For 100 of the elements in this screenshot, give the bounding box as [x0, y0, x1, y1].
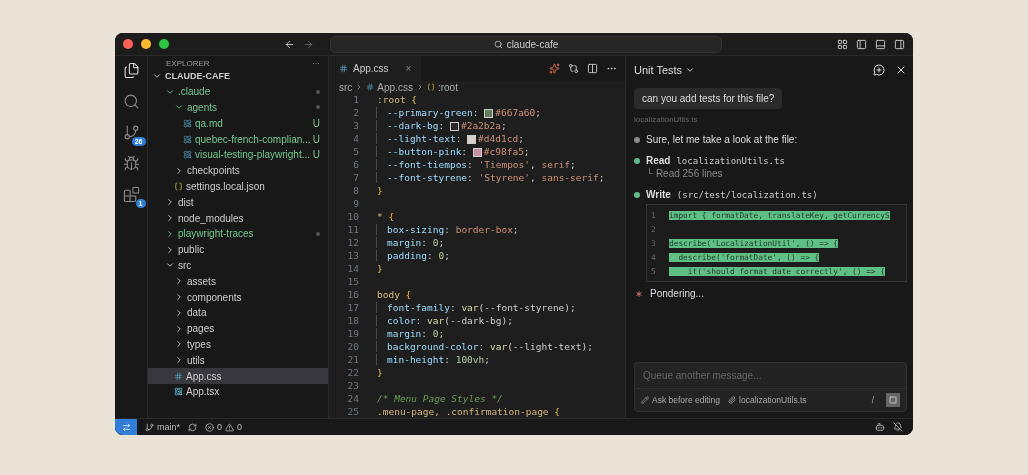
tool-argument: localizationUtils.ts: [676, 155, 785, 166]
split-editor-icon[interactable]: [587, 63, 598, 74]
folder-item[interactable]: .claude: [148, 83, 328, 100]
line-number: 21: [346, 354, 359, 365]
project-root-item[interactable]: CLAUDE-CAFE: [148, 68, 328, 84]
tool-argument: (src/test/localization.ts): [676, 189, 818, 200]
message-input-field[interactable]: Queue another message...: [643, 370, 898, 381]
panel-left-icon[interactable]: [856, 38, 867, 50]
code-line: margin: 0;: [376, 328, 445, 339]
line-number: 10: [346, 211, 359, 222]
command-search-field[interactable]: claude-cafe: [330, 35, 722, 53]
file-item[interactable]: App.css: [148, 368, 328, 384]
new-chat-icon[interactable]: [873, 64, 885, 76]
code-line: --font-tiempos: 'Tiempos', serif;: [376, 159, 576, 170]
search-icon[interactable]: [122, 93, 140, 110]
forward-arrow-icon[interactable]: [303, 38, 314, 50]
folder-item[interactable]: assets: [148, 273, 328, 290]
file-type-icon: [174, 371, 183, 381]
remote-button[interactable]: [115, 419, 137, 435]
chevron-down-icon[interactable]: [685, 65, 696, 75]
minimize-button[interactable]: [141, 39, 151, 49]
line-number: 25: [346, 406, 359, 417]
chevron-right-icon: [174, 292, 184, 303]
folder-item[interactable]: dist: [148, 194, 328, 211]
line-number: 20: [346, 341, 359, 352]
chevron-right-icon: [165, 213, 175, 224]
file-item[interactable]: qa.md U: [148, 115, 328, 132]
css-file-icon: [339, 64, 348, 73]
error-icon: [205, 422, 214, 432]
chevron-right-icon: [165, 197, 175, 208]
panel-right-icon[interactable]: [894, 38, 905, 50]
line-number: 22: [346, 367, 359, 378]
code-line: color: var(--dark-bg);: [376, 315, 513, 326]
folder-item[interactable]: node_modules: [148, 210, 328, 226]
folder-item[interactable]: utils: [148, 352, 328, 369]
file-item[interactable]: quebec-french-complian... U: [148, 131, 328, 147]
tree-branch-mark: └: [646, 168, 654, 179]
breadcrumb-item[interactable]: src: [339, 81, 353, 93]
files-icon[interactable]: [122, 62, 140, 79]
panel-bottom-icon[interactable]: [875, 38, 886, 50]
more-actions-button[interactable]: ···: [312, 59, 320, 68]
file-item[interactable]: settings.local.json: [148, 178, 328, 195]
chevron-right-icon: [174, 307, 184, 318]
folder-item[interactable]: public: [148, 241, 328, 258]
chevron-right-icon: [165, 244, 175, 255]
file-type-icon: [174, 387, 183, 397]
close-icon[interactable]: [895, 64, 907, 76]
close-window-button[interactable]: [123, 39, 133, 49]
file-context-chip[interactable]: localizationUtils.ts: [728, 395, 807, 405]
robot-icon[interactable]: [875, 422, 885, 432]
code-line: background-color: var(--light-text);: [376, 341, 593, 352]
editor-tab[interactable]: App.css ×: [329, 56, 422, 81]
sidebar-title: EXPLORER: [166, 59, 210, 68]
line-number: 5: [352, 146, 359, 157]
file-item[interactable]: App.tsx: [148, 383, 328, 400]
css-file-icon: [366, 83, 375, 91]
line-number: 6: [352, 159, 359, 170]
maximize-button[interactable]: [159, 39, 169, 49]
selector-icon: [426, 83, 435, 91]
slash-command-button[interactable]: /: [871, 395, 874, 405]
layout-icon[interactable]: [837, 38, 848, 50]
notifications-off-icon[interactable]: [893, 422, 903, 432]
source-control-icon[interactable]: [122, 124, 140, 141]
back-arrow-icon[interactable]: [284, 38, 295, 50]
sync-icon[interactable]: [188, 422, 197, 432]
warning-icon: [225, 422, 235, 432]
folder-item[interactable]: checkpoints: [148, 162, 328, 179]
code-line: }: [376, 263, 383, 274]
folder-item[interactable]: components: [148, 289, 328, 305]
compare-icon[interactable]: [568, 63, 579, 74]
line-number: 18: [346, 315, 359, 326]
modified-dot-icon: [316, 231, 320, 236]
folder-item[interactable]: pages: [148, 320, 328, 337]
code-line: --primary-green: #667a60;: [376, 107, 542, 118]
code-line: body {: [376, 289, 412, 300]
branch-button[interactable]: main*: [145, 422, 180, 432]
folder-item[interactable]: agents: [148, 99, 328, 116]
extensions-icon[interactable]: [122, 186, 140, 203]
pencil-icon: [641, 396, 649, 404]
folder-item[interactable]: data: [148, 304, 328, 321]
file-type-icon: [183, 150, 192, 160]
folder-item[interactable]: playwright-traces: [148, 225, 328, 242]
chevron-right-icon: [174, 165, 184, 176]
line-number: 14: [346, 263, 359, 274]
code-line: .menu-page, .confirmation-page {: [376, 406, 561, 417]
folder-item[interactable]: types: [148, 336, 328, 353]
folder-item[interactable]: src: [148, 257, 328, 274]
close-tab-button[interactable]: ×: [405, 63, 412, 74]
problems-button[interactable]: 0 0: [205, 422, 243, 432]
status-text: Pondering...: [650, 288, 704, 299]
modified-dot-icon: [316, 105, 320, 110]
edit-mode-button[interactable]: Ask before editing: [641, 395, 721, 405]
file-item[interactable]: visual-testing-playwright... U: [148, 147, 328, 163]
line-number: 23: [346, 380, 359, 391]
line-number: 16: [346, 289, 359, 300]
line-number: 3: [352, 120, 359, 131]
sparkle-icon[interactable]: [549, 63, 560, 74]
breadcrumb-item[interactable]: :root: [437, 81, 458, 93]
tool-label: Write: [646, 189, 671, 200]
breadcrumb-item[interactable]: App.css: [377, 81, 413, 93]
